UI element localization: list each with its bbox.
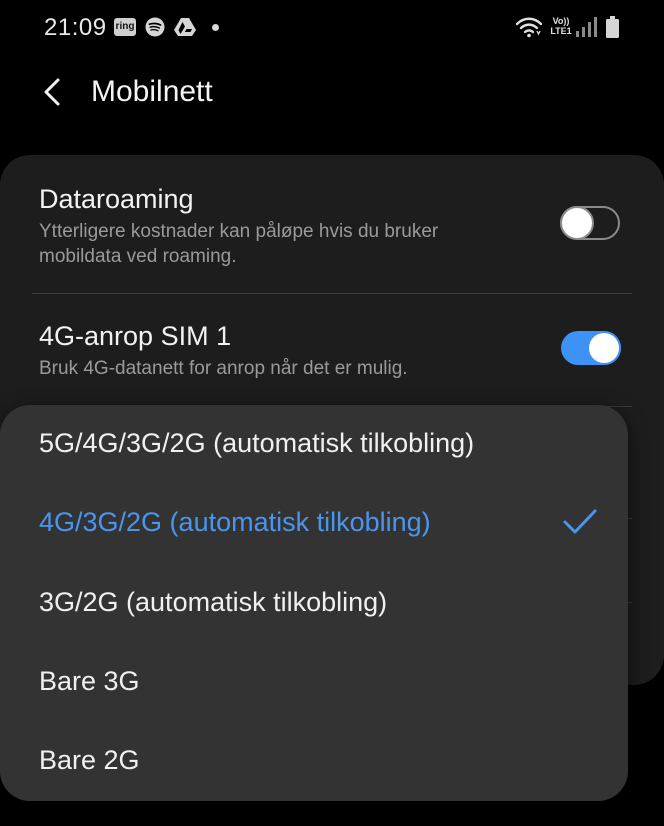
google-drive-icon — [174, 18, 196, 36]
setting-4g-calling[interactable]: 4G-anrop SIM 1 Bruk 4G-datanett for anro… — [0, 294, 664, 406]
notification-dot — [212, 24, 219, 31]
divider — [628, 602, 632, 603]
volte-label: Vo)) — [552, 16, 570, 26]
option-label: 5G/4G/3G/2G (automatisk tilkobling) — [39, 428, 475, 458]
option-3g-2g[interactable]: 3G/2G (automatisk tilkobling) — [0, 564, 628, 643]
toggle-knob — [560, 206, 594, 240]
divider — [628, 518, 632, 519]
back-arrow-icon — [44, 78, 60, 106]
check-icon — [563, 509, 597, 534]
setting-title: 4G-anrop SIM 1 — [39, 321, 232, 351]
option-2g-only[interactable]: Bare 2G — [0, 722, 628, 801]
network-mode-menu: 5G/4G/3G/2G (automatisk tilkobling) 4G/3… — [0, 405, 628, 801]
spotify-icon — [145, 17, 165, 37]
option-label: 4G/3G/2G (automatisk tilkobling) — [39, 507, 431, 537]
lte-label: LTE1 — [550, 26, 572, 36]
option-4g-3g-2g[interactable]: 4G/3G/2G (automatisk tilkobling) — [0, 484, 628, 563]
volte-indicator: Vo)) LTE1 — [547, 16, 575, 40]
ring-app-icon: ring — [114, 18, 136, 36]
setting-subtitle: Ytterligere kostnader kan påløpe hvis du… — [39, 221, 439, 267]
page-title: Mobilnett — [91, 75, 213, 108]
screen: 21:09 ring Vo)) LTE1 Mobilnett Dataroami… — [0, 0, 664, 826]
back-button[interactable] — [30, 70, 74, 114]
4g-calling-toggle[interactable] — [561, 331, 621, 365]
signal-icon — [576, 17, 597, 37]
setting-title: Dataroaming — [39, 184, 194, 214]
option-label: Bare 2G — [39, 745, 140, 775]
setting-dataroaming[interactable]: Dataroaming Ytterligere kostnader kan på… — [0, 155, 664, 293]
option-3g-only[interactable]: Bare 3G — [0, 643, 628, 722]
dataroaming-toggle[interactable] — [560, 206, 620, 240]
option-5g-4g-3g-2g[interactable]: 5G/4G/3G/2G (automatisk tilkobling) — [0, 405, 628, 484]
status-time: 21:09 — [44, 14, 107, 41]
option-label: 3G/2G (automatisk tilkobling) — [39, 587, 388, 617]
setting-subtitle: Bruk 4G-datanett for anrop når det er mu… — [39, 358, 408, 379]
toggle-knob — [587, 331, 621, 365]
status-bar: 21:09 ring Vo)) LTE1 — [0, 0, 664, 56]
app-header: Mobilnett — [0, 60, 664, 124]
wifi-icon — [516, 17, 542, 38]
battery-icon — [606, 16, 619, 38]
option-label: Bare 3G — [39, 666, 140, 696]
